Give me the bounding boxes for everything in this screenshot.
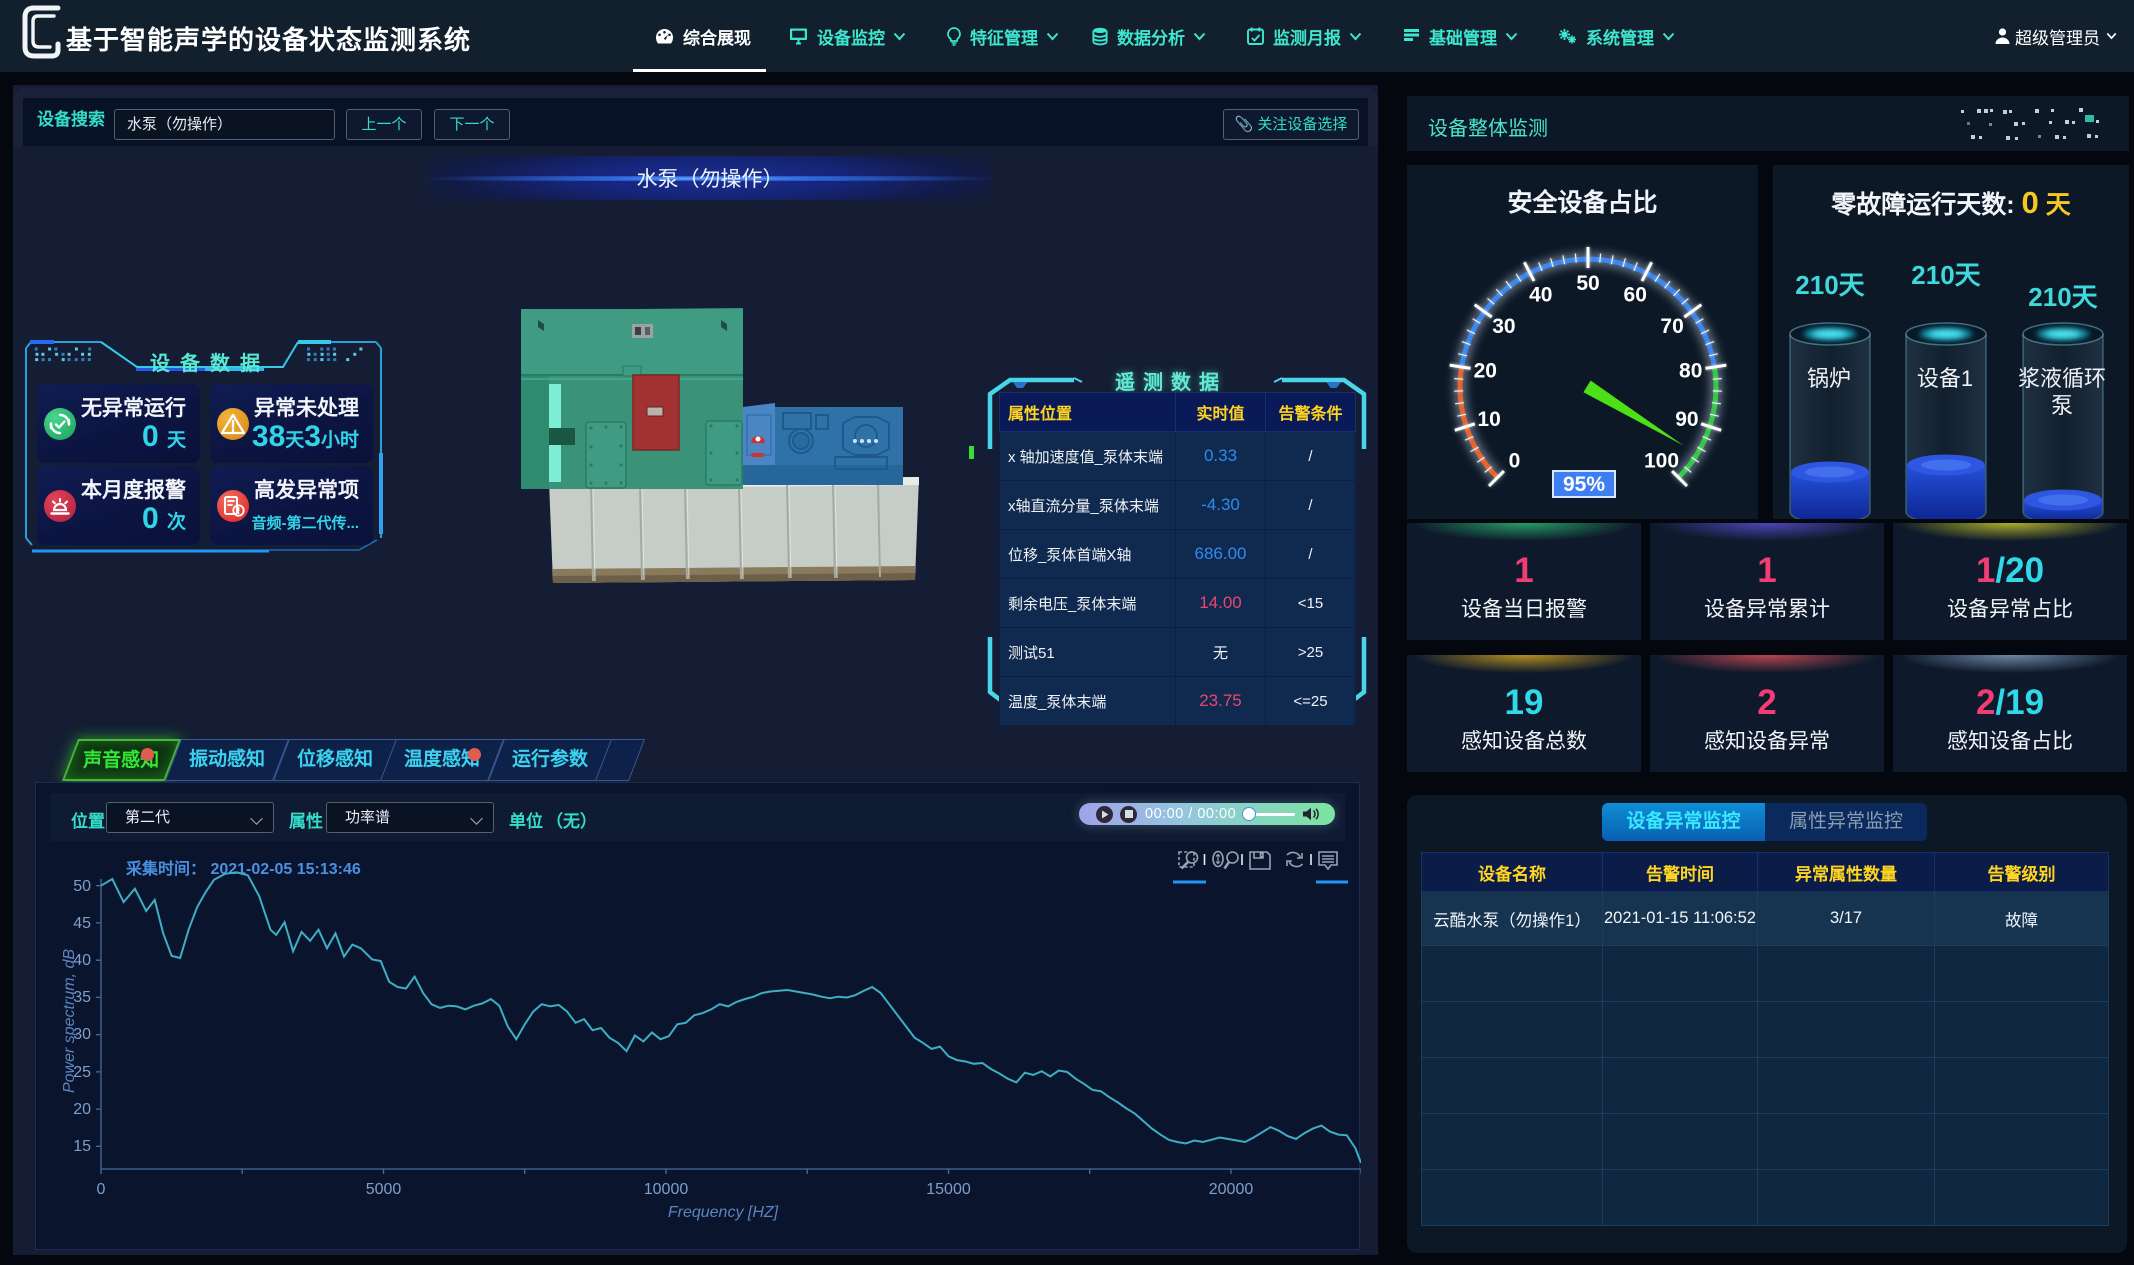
- svg-text:100: 100: [1644, 450, 1679, 473]
- svg-text:95%: 95%: [1563, 473, 1605, 496]
- svg-text:40: 40: [1529, 283, 1552, 306]
- svg-text:80: 80: [1679, 360, 1702, 383]
- svg-text:20: 20: [1474, 360, 1497, 383]
- svg-text:60: 60: [1624, 283, 1647, 306]
- svg-text:0: 0: [1509, 450, 1521, 473]
- svg-text:50: 50: [1576, 272, 1599, 295]
- svg-text:70: 70: [1660, 315, 1683, 338]
- svg-text:30: 30: [1492, 315, 1515, 338]
- svg-text:90: 90: [1675, 408, 1698, 431]
- svg-text:10: 10: [1477, 408, 1500, 431]
